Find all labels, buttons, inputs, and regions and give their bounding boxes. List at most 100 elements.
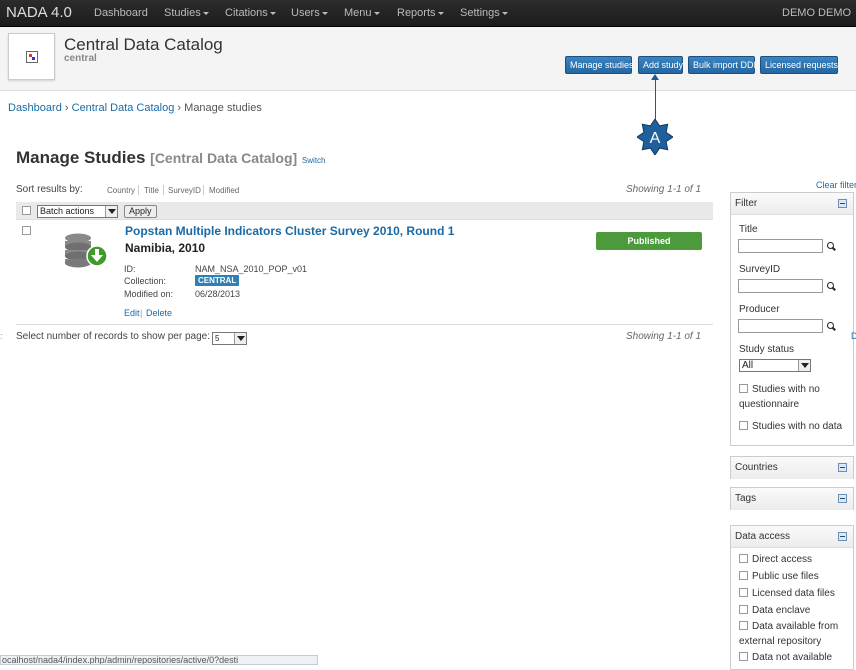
direct-access-checkbox[interactable] xyxy=(739,553,748,563)
sort-title[interactable]: Title xyxy=(144,186,159,195)
data-not-available-checkbox[interactable] xyxy=(739,651,748,661)
no-questionnaire-option[interactable]: Studies with no questionnaire xyxy=(739,382,849,412)
app-brand[interactable]: NADA 4.0 xyxy=(6,4,72,21)
collapse-icon[interactable] xyxy=(838,532,847,541)
nav-reports[interactable]: Reports xyxy=(397,7,444,19)
published-status-button[interactable]: Published xyxy=(596,232,702,250)
tags-panel-header[interactable]: Tags xyxy=(731,488,853,510)
breadcrumb-separator: › xyxy=(177,102,182,114)
nav-settings[interactable]: Settings xyxy=(460,7,508,19)
study-id-label: ID: xyxy=(124,264,136,274)
top-navbar: NADA 4.0 Dashboard Studies Citations Use… xyxy=(0,0,856,27)
search-icon[interactable] xyxy=(827,242,835,250)
dropdown-arrow-icon xyxy=(105,206,117,217)
nav-studies[interactable]: Studies xyxy=(164,7,209,19)
licensed-data-checkbox[interactable] xyxy=(739,587,748,597)
modified-value: 06/28/2013 xyxy=(195,289,241,299)
direct-access-option[interactable]: Direct access xyxy=(739,552,812,567)
study-title-link[interactable]: Popstan Multiple Indicators Cluster Surv… xyxy=(125,224,454,238)
chevron-down-icon xyxy=(269,11,276,15)
external-repository-option[interactable]: Data available from external repository xyxy=(739,619,851,649)
nav-users[interactable]: Users xyxy=(291,7,328,19)
data-enclave-checkbox[interactable] xyxy=(739,604,748,614)
breadcrumb-dashboard[interactable]: Dashboard xyxy=(8,102,62,114)
switch-catalog-link[interactable]: Switch xyxy=(302,156,326,165)
data-not-available-option[interactable]: Data not available xyxy=(739,650,832,665)
per-page-select[interactable]: 5 xyxy=(212,332,247,345)
study-checkbox[interactable] xyxy=(22,226,31,235)
countries-panel-header[interactable]: Countries xyxy=(731,457,853,479)
add-study-button[interactable]: Add study xyxy=(638,56,683,74)
title-filter-input[interactable] xyxy=(738,239,823,253)
sort-divider xyxy=(138,185,139,195)
manage-studies-button[interactable]: Manage studies xyxy=(565,56,634,74)
chevron-down-icon xyxy=(321,11,328,15)
dropdown-arrow-icon xyxy=(798,360,810,371)
data-access-panel-header[interactable]: Data access xyxy=(731,526,853,548)
modified-label: Modified on: xyxy=(124,289,174,299)
user-menu[interactable]: DEMO DEMO xyxy=(782,7,856,19)
study-status-label: Study status xyxy=(739,344,795,355)
search-icon[interactable] xyxy=(827,322,835,330)
breadcrumb-separator: › xyxy=(64,102,69,114)
per-page-label: Select number of records to show per pag… xyxy=(16,331,210,342)
clear-filter-link[interactable]: Clear filter xyxy=(816,180,856,190)
nav-dashboard[interactable]: Dashboard xyxy=(94,7,148,19)
external-repository-checkbox[interactable] xyxy=(739,620,748,630)
batch-actions-select[interactable]: Batch actions xyxy=(37,205,118,218)
delete-link[interactable]: Delete xyxy=(146,308,172,318)
collapse-icon[interactable] xyxy=(838,463,847,472)
annotation-badge: A xyxy=(637,119,673,155)
no-data-checkbox[interactable] xyxy=(739,420,748,430)
sort-label: Sort results by: xyxy=(16,184,83,195)
annotation-letter: A xyxy=(650,130,661,147)
producer-filter-input[interactable] xyxy=(738,319,823,333)
link-divider: | xyxy=(140,308,143,318)
study-country-year: Namibia, 2010 xyxy=(125,241,206,255)
page-title-text: Manage Studies xyxy=(16,148,146,167)
licensed-data-option[interactable]: Licensed data files xyxy=(739,586,835,601)
catalog-logo-icon xyxy=(26,51,38,63)
catalog-logo xyxy=(8,33,55,80)
data-enclave-option[interactable]: Data enclave xyxy=(739,603,810,618)
sort-surveyid[interactable]: SurveyID xyxy=(168,186,201,195)
data-access-panel: Data access Direct access Public use fil… xyxy=(730,525,854,670)
no-questionnaire-checkbox[interactable] xyxy=(739,383,748,393)
batch-toolbar: Batch actions Apply xyxy=(16,202,713,220)
licensed-requests-button[interactable]: Licensed requests xyxy=(760,56,838,74)
nav-citations[interactable]: Citations xyxy=(225,7,276,19)
chevron-down-icon xyxy=(437,11,444,15)
cut-off-edge-text: D xyxy=(851,331,856,341)
chevron-down-icon xyxy=(202,11,209,15)
select-all-checkbox[interactable] xyxy=(22,206,31,215)
dropdown-arrow-icon xyxy=(234,333,246,344)
collection-badge: CENTRAL xyxy=(195,275,240,286)
sort-country[interactable]: Country xyxy=(107,186,135,195)
breadcrumb-current: Manage studies xyxy=(184,102,262,114)
catalog-header: Central Data Catalog central Manage stud… xyxy=(0,27,856,91)
surveyid-filter-input[interactable] xyxy=(738,279,823,293)
nav-menu[interactable]: Menu xyxy=(344,7,380,19)
bulk-import-ddi-button[interactable]: Bulk import DDI xyxy=(688,56,756,74)
public-use-option[interactable]: Public use files xyxy=(739,569,819,584)
edit-link[interactable]: Edit xyxy=(124,308,140,318)
public-use-checkbox[interactable] xyxy=(739,570,748,580)
catalog-title: Central Data Catalog xyxy=(64,35,223,54)
surveyid-filter-label: SurveyID xyxy=(739,264,781,275)
filter-panel: Filter Title SurveyID Producer Study sta… xyxy=(730,192,854,446)
collapse-icon[interactable] xyxy=(838,199,847,208)
breadcrumb-catalog[interactable]: Central Data Catalog xyxy=(72,102,175,114)
chevron-down-icon xyxy=(501,11,508,15)
study-row: Popstan Multiple Indicators Cluster Surv… xyxy=(16,221,713,325)
chevron-down-icon xyxy=(373,11,380,15)
collapse-icon[interactable] xyxy=(838,494,847,503)
study-status-select[interactable]: All xyxy=(739,359,811,372)
apply-button[interactable]: Apply xyxy=(124,205,157,218)
results-count-bottom: Showing 1-1 of 1 xyxy=(626,331,702,342)
countries-panel: Countries xyxy=(730,456,854,479)
filter-panel-header[interactable]: Filter xyxy=(731,193,853,215)
producer-filter-label: Producer xyxy=(739,304,780,315)
search-icon[interactable] xyxy=(827,282,835,290)
sort-modified[interactable]: Modified xyxy=(209,186,239,195)
no-data-option[interactable]: Studies with no data xyxy=(739,419,856,434)
